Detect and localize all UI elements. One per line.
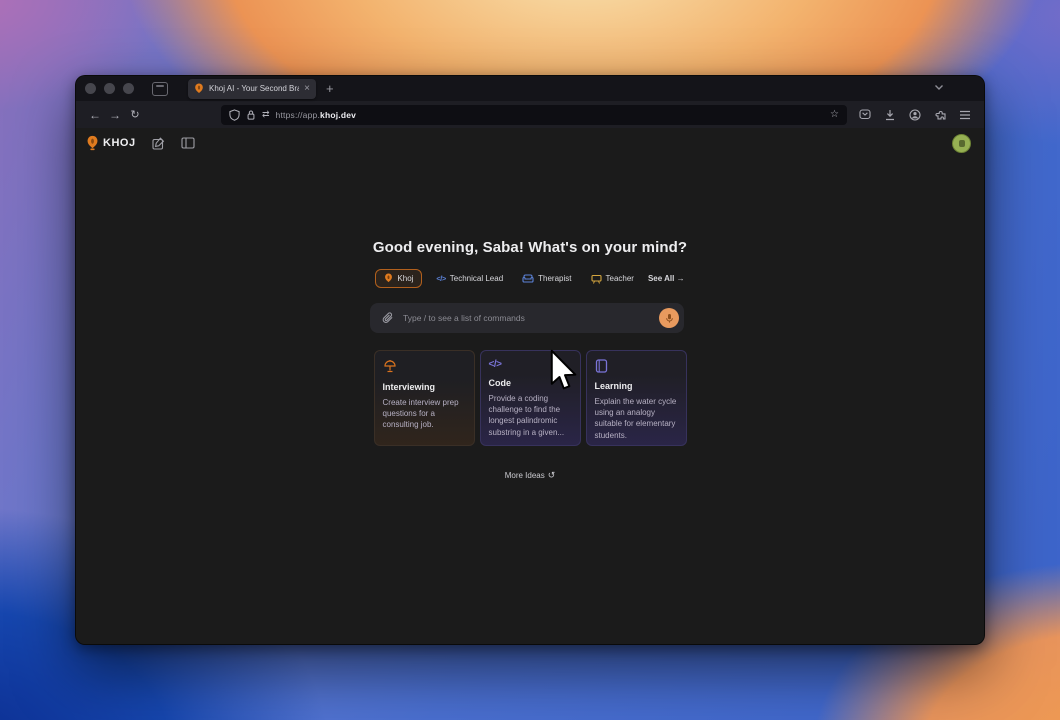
mic-button[interactable]: [659, 308, 679, 328]
khoj-favicon-icon: [195, 83, 203, 93]
forward-button[interactable]: →: [105, 108, 125, 122]
greeting-heading: Good evening, Saba! What's on your mind?: [372, 239, 688, 256]
chat-input-box[interactable]: [370, 303, 684, 333]
reload-button[interactable]: ↻: [125, 108, 145, 121]
agent-pill-khoj[interactable]: Khoj: [375, 269, 423, 288]
account-icon[interactable]: [909, 108, 921, 121]
agent-pills: Khoj </> Technical Lead Therapist Teache…: [370, 269, 690, 288]
downloads-icon[interactable]: [884, 109, 896, 121]
couch-icon: [522, 274, 534, 283]
bookmark-star-icon[interactable]: ☆: [830, 109, 839, 120]
more-ideas-button[interactable]: More Ideas ↺: [505, 470, 556, 481]
traffic-lights: [85, 83, 134, 94]
menu-hamburger-icon[interactable]: [959, 110, 971, 120]
url-domain: khoj.dev: [320, 109, 357, 120]
desktop: { "browser": { "tab": { "title": "Khoj A…: [0, 0, 1060, 720]
blackboard-icon: [590, 274, 602, 284]
app-header: KHOJ: [86, 135, 195, 151]
navigation-bar: ← → ↻ ⇄ https://app.khoj.dev ☆: [76, 101, 984, 128]
khoj-lantern-icon: [87, 135, 98, 151]
firefox-view-icon[interactable]: [152, 81, 168, 96]
more-ideas-label: More Ideas: [504, 471, 545, 480]
code-brackets-icon: </>: [488, 359, 502, 370]
new-chat-icon[interactable]: [152, 136, 165, 150]
user-avatar[interactable]: [952, 134, 971, 153]
microphone-icon: [665, 313, 673, 323]
tab-close-icon[interactable]: ×: [304, 83, 310, 94]
agent-pill-teacher[interactable]: Teacher: [586, 271, 639, 287]
agent-pill-label: Technical Lead: [449, 274, 504, 283]
sidebar-toggle-icon[interactable]: [181, 137, 195, 149]
khoj-agent-icon: [385, 273, 393, 283]
main-column: Good evening, Saba! What's on your mind?…: [370, 128, 690, 483]
book-icon: [595, 359, 678, 373]
back-button[interactable]: ←: [85, 108, 105, 122]
card-learning[interactable]: Learning Explain the water cycle using a…: [585, 350, 687, 446]
extensions-icon[interactable]: [934, 109, 946, 121]
agent-pill-technical-lead[interactable]: </> Technical Lead: [431, 271, 508, 286]
agent-pill-label: Therapist: [538, 274, 572, 283]
refresh-icon: ↺: [547, 470, 556, 480]
tab-khoj[interactable]: Khoj AI - Your Second Brain ×: [188, 78, 316, 99]
page-content: KHOJ Good evening, Saba! What's on your …: [76, 128, 984, 644]
card-title: Code: [488, 378, 512, 388]
url-bar[interactable]: ⇄ https://app.khoj.dev ☆: [221, 104, 847, 125]
code-icon: </>: [436, 274, 446, 283]
close-window-button[interactable]: [85, 83, 96, 94]
see-all-link[interactable]: See All →: [648, 274, 685, 283]
tab-bar: Khoj AI - Your Second Brain × +: [76, 76, 984, 101]
zoom-window-button[interactable]: [123, 83, 134, 94]
all-tabs-chevron-icon[interactable]: [934, 84, 944, 91]
suggestion-cards: Interviewing Create interview prep quest…: [370, 350, 690, 446]
agent-pill-label: Teacher: [605, 274, 634, 283]
agent-pill-label: Khoj: [397, 274, 414, 283]
card-code[interactable]: </> Code Provide a coding challenge to f…: [479, 350, 581, 446]
swap-arrows-icon[interactable]: ⇄: [262, 109, 270, 120]
toolbar-icons: [859, 108, 971, 121]
khoj-logo-text: KHOJ: [103, 137, 136, 149]
card-title: Learning: [594, 381, 633, 391]
browser-window: Khoj AI - Your Second Brain × + ← → ↻ ⇄ …: [75, 75, 985, 645]
card-title: Interviewing: [382, 382, 436, 392]
lock-icon[interactable]: [246, 109, 256, 121]
url-prefix: https://app.: [275, 109, 321, 120]
card-description: Provide a coding challenge to find the l…: [488, 394, 565, 437]
pocket-icon[interactable]: [859, 109, 871, 120]
card-description: Create interview prep questions for a co…: [382, 398, 459, 430]
card-interviewing[interactable]: Interviewing Create interview prep quest…: [373, 350, 475, 446]
avatar-glyph: [958, 140, 965, 147]
minimize-window-button[interactable]: [104, 83, 115, 94]
paperclip-icon[interactable]: [382, 311, 394, 325]
url-text[interactable]: https://app.khoj.dev: [276, 110, 357, 120]
tracking-shield-icon[interactable]: [229, 108, 240, 121]
new-tab-button[interactable]: +: [326, 81, 334, 96]
card-description: Explain the water cycle using an analogy…: [594, 397, 677, 440]
chat-input[interactable]: [403, 313, 650, 323]
agent-pill-therapist[interactable]: Therapist: [517, 271, 576, 286]
khoj-logo[interactable]: KHOJ: [86, 135, 136, 151]
lamp-icon: [383, 359, 466, 374]
tab-title: Khoj AI - Your Second Brain: [209, 84, 300, 93]
